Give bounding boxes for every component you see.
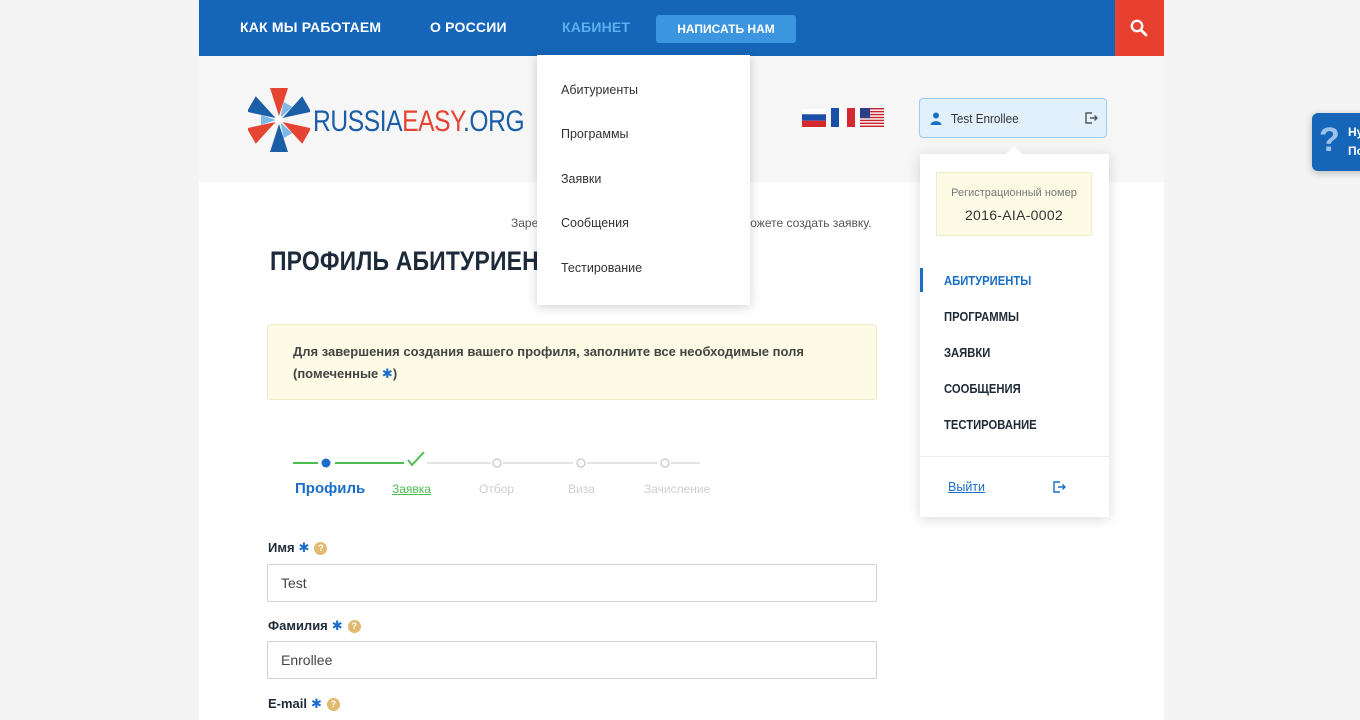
registration-hint-start: Заре [511,216,539,230]
panel-item-testing[interactable]: Тестирование [944,418,1037,432]
star-logo-icon[interactable] [248,86,310,154]
first-name-input[interactable] [267,564,877,602]
nav-about-russia[interactable]: О России [430,19,507,35]
logout-icon [1085,112,1098,124]
notice-text: Для завершения создания вашего профиля, … [293,344,804,381]
last-name-required-star: ✱ [331,618,343,633]
step-selection-dot [492,458,502,468]
first-name-label: Имя ✱? [268,540,328,556]
help-widget-line1: Ну [1348,125,1360,139]
top-navigation: Как мы работаем О России Кабинет Написат… [199,0,1164,56]
user-name: Test Enrollee [951,111,1019,126]
panel-caret [1006,146,1022,154]
panel-item-applications[interactable]: Заявки [944,346,990,360]
step-enrollment: Зачисление [644,482,711,496]
search-button[interactable] [1115,0,1164,56]
dropdown-item-applicants[interactable]: Абитуриенты [561,83,638,97]
step-visa: Виза [568,482,595,496]
logo-part-russia: RUSSIA [313,105,403,138]
dropdown-item-programs[interactable]: Программы [561,127,629,141]
notice-end: ) [392,366,398,381]
registration-hint-end: можете создать заявку. [742,216,872,230]
logout-link[interactable]: Выйти [948,480,985,494]
dropdown-item-testing[interactable]: Тестирование [561,261,642,275]
user-icon [930,112,942,125]
user-dropdown-panel: Регистрационный номер 2016-AIA-0002 Абит… [920,146,1109,517]
registration-number-label: Регистрационный номер [951,187,1077,199]
email-label: E-mail ✱? [268,696,340,712]
nav-how-we-work[interactable]: Как мы работаем [240,19,381,35]
cabinet-dropdown-menu: Абитуриенты Программы Заявки Сообщения Т… [537,55,750,305]
russian-flag-icon[interactable] [802,108,826,127]
email-required-star: ✱ [311,696,322,711]
step-profile[interactable]: Профиль [295,480,365,497]
logout-icon[interactable] [1052,480,1066,494]
profile-notice: Для завершения создания вашего профиля, … [267,324,877,400]
french-flag-icon[interactable] [831,108,855,127]
step-selection: Отбор [479,482,515,496]
site-logo-text[interactable]: RUSSIAEASY.ORG [313,105,525,139]
first-name-required-star: ✱ [298,540,310,555]
last-name-label: Фамилия ✱? [268,618,361,634]
page-title: ПРОФИЛЬ АБИТУРИЕНТА [270,246,569,276]
active-item-indicator [920,268,923,292]
help-widget[interactable]: ? Ну По [1312,113,1360,171]
logo-part-org: .ORG [462,105,525,138]
dropdown-item-messages[interactable]: Сообщения [561,216,629,230]
first-name-label-text: Имя [268,540,295,555]
steps-track [293,451,700,468]
last-name-input[interactable] [267,641,877,679]
step-visa-dot [576,458,586,468]
notice-required-star: ✱ [381,366,393,381]
panel-item-programs[interactable]: Программы [944,310,1019,324]
step-profile-dot [321,458,331,468]
panel-divider [920,456,1109,457]
write-us-button[interactable]: Написать нам [656,15,796,43]
logo-part-easy: EASY [402,105,463,138]
dropdown-item-applications[interactable]: Заявки [561,172,601,186]
first-name-help-icon[interactable]: ? [314,542,328,555]
email-help-icon[interactable]: ? [326,698,340,711]
us-flag-icon[interactable] [860,108,884,127]
registration-number-value: 2016-AIA-0002 [964,207,1064,223]
search-icon [1130,19,1148,37]
last-name-help-icon[interactable]: ? [347,620,361,633]
help-widget-line2: По [1348,144,1360,158]
step-enrollment-dot [660,458,670,468]
question-mark-icon: ? [1319,121,1340,159]
panel-item-messages[interactable]: Сообщения [944,382,1021,396]
nav-cabinet[interactable]: Кабинет [562,19,630,35]
step-application[interactable]: Заявка [392,482,431,496]
last-name-label-text: Фамилия [268,618,328,633]
panel-item-applicants[interactable]: Абитуриенты [944,274,1031,288]
progress-steps: Профиль Заявка Отбор Виза Зачисление [291,446,711,497]
user-menu-button[interactable]: Test Enrollee [919,98,1107,138]
step-application-check-icon [407,451,425,467]
email-label-text: E-mail [268,696,308,711]
registration-number-box: Регистрационный номер 2016-AIA-0002 [936,172,1092,236]
